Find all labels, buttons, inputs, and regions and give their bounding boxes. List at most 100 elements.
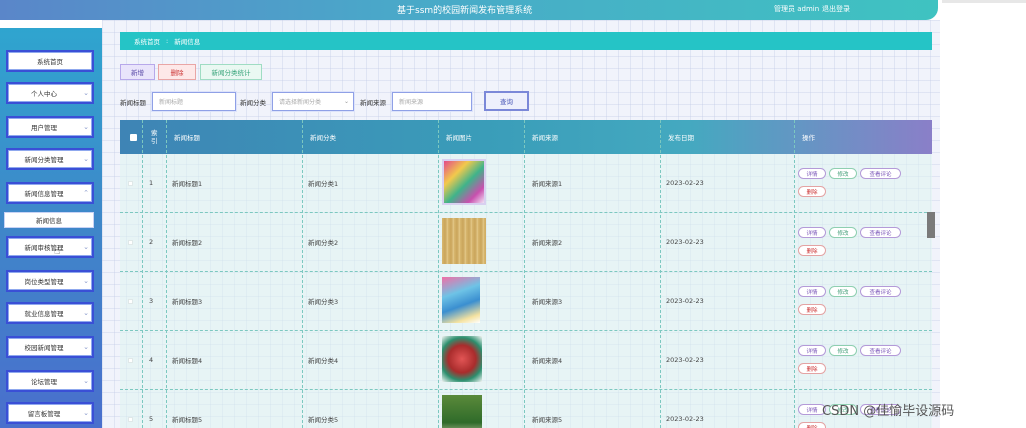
- sidebar-item-forum[interactable]: 论坛管理 ⌄: [6, 370, 94, 392]
- remove-button[interactable]: 删除: [798, 363, 826, 374]
- detail-button[interactable]: 详情: [798, 345, 826, 356]
- view-comments-button[interactable]: 查看评论: [860, 345, 901, 356]
- sidebar: 系统首页 个人中心 ⌄ 用户管理 ⌄ 新闻分类管理 ⌄ 新闻信息管理 ⌃ 新闻信…: [0, 28, 102, 428]
- table-row: 2 新闻标题2 新闻分类2 新闻来源2 2023-02-23 详情 修改 查看评…: [120, 213, 932, 272]
- sidebar-item-news-category[interactable]: 新闻分类管理 ⌄: [6, 148, 94, 170]
- view-comments-button[interactable]: 查看评论: [860, 168, 901, 179]
- row-index: 4: [149, 356, 154, 364]
- add-button[interactable]: 新增: [120, 64, 155, 80]
- row-index: 1: [149, 179, 154, 187]
- sidebar-item-profile[interactable]: 个人中心 ⌄: [6, 82, 94, 104]
- news-image: [442, 277, 480, 323]
- logout-link[interactable]: 退出登录: [822, 4, 850, 14]
- remove-button[interactable]: 删除: [798, 186, 826, 197]
- chevron-down-icon: ⌄: [83, 123, 89, 131]
- remove-button[interactable]: 删除: [798, 304, 826, 315]
- row-category: 新闻分类4: [308, 357, 339, 365]
- row-category: 新闻分类3: [308, 298, 339, 306]
- table-header: 索引 新闻标题 新闻分类 新闻图片 新闻来源 发布日期 操作: [120, 120, 932, 154]
- view-comments-button[interactable]: 查看评论: [860, 227, 901, 238]
- title-filter-label: 新闻标题: [120, 99, 146, 107]
- title-filter-input[interactable]: 新闻标题: [152, 92, 236, 111]
- news-image: [442, 336, 482, 382]
- row-checkbox[interactable]: [128, 331, 133, 389]
- sidebar-item-label: 就业信息管理: [24, 310, 64, 318]
- row-date: 2023-02-23: [666, 297, 704, 305]
- view-comments-button[interactable]: 查看评论: [860, 286, 901, 297]
- row-checkbox[interactable]: [128, 213, 133, 271]
- table-row: 1 新闻标题1 新闻分类1 新闻来源1 2023-02-23 详情 修改 查看评…: [120, 154, 932, 213]
- edit-button[interactable]: 修改: [829, 345, 857, 356]
- sidebar-item-news-info[interactable]: 新闻信息管理 ⌃: [6, 182, 94, 204]
- chevron-down-icon: ⌄: [83, 155, 89, 163]
- sidebar-item-campus-news[interactable]: 校园新闻管理 ⌄: [6, 336, 94, 358]
- source-filter-label: 新闻来源: [360, 99, 386, 107]
- header-source: 新闻来源: [532, 134, 558, 142]
- news-image: [442, 218, 486, 264]
- sidebar-item-label: 岗位类型管理: [24, 278, 64, 286]
- delete-button[interactable]: 删除: [158, 64, 196, 80]
- select-all-checkbox[interactable]: [130, 120, 137, 154]
- app-title: 基于ssm的校园新闻发布管理系统: [397, 6, 533, 16]
- chevron-up-icon: ⌃: [83, 189, 89, 197]
- mouse-cursor-icon: ☝: [54, 246, 61, 257]
- scroll-handle[interactable]: [927, 212, 935, 238]
- search-button[interactable]: 查询: [484, 91, 529, 111]
- sidebar-item-label: 新闻审核管理: [24, 244, 64, 252]
- row-date: 2023-02-23: [666, 238, 704, 246]
- source-filter-input[interactable]: 新闻来源: [392, 92, 472, 111]
- sidebar-item-news-review[interactable]: 新闻审核管理 ⌄: [6, 236, 94, 258]
- edit-button[interactable]: 修改: [829, 168, 857, 179]
- sidebar-item-label: 个人中心: [31, 90, 57, 98]
- breadcrumb-current: 新闻信息: [174, 38, 201, 46]
- sidebar-item-label: 系统首页: [37, 58, 63, 66]
- row-category: 新闻分类5: [308, 416, 339, 424]
- row-title: 新闻标题2: [172, 239, 203, 247]
- row-title: 新闻标题5: [172, 416, 203, 424]
- detail-button[interactable]: 详情: [798, 286, 826, 297]
- header-category: 新闻分类: [310, 134, 336, 142]
- category-filter-select[interactable]: 请选择新闻分类 ⌄: [272, 92, 354, 111]
- breadcrumb-separator: :: [166, 37, 169, 45]
- row-source: 新闻来源2: [532, 239, 563, 247]
- category-filter-label: 新闻分类: [240, 99, 266, 107]
- sidebar-item-label: 新闻分类管理: [24, 156, 64, 164]
- remove-button[interactable]: 删除: [798, 422, 826, 428]
- category-stats-button[interactable]: 新闻分类统计: [200, 64, 262, 80]
- row-checkbox[interactable]: [128, 272, 133, 330]
- news-image: [442, 159, 486, 205]
- row-checkbox[interactable]: [128, 154, 133, 212]
- detail-button[interactable]: 详情: [798, 168, 826, 179]
- edit-button[interactable]: 修改: [829, 286, 857, 297]
- category-filter-placeholder: 请选择新闻分类: [279, 99, 322, 106]
- sidebar-item-home[interactable]: 系统首页: [6, 50, 94, 72]
- edit-button[interactable]: 修改: [829, 227, 857, 238]
- row-date: 2023-02-23: [666, 179, 704, 187]
- row-source: 新闻来源1: [532, 180, 563, 188]
- sidebar-item-label: 用户管理: [31, 124, 57, 132]
- chevron-down-icon: ⌄: [83, 343, 89, 351]
- remove-button[interactable]: 删除: [798, 245, 826, 256]
- sidebar-subitem-news-info[interactable]: 新闻信息: [4, 212, 94, 228]
- header-image: 新闻图片: [446, 134, 472, 142]
- row-index: 2: [149, 238, 154, 246]
- row-source: 新闻来源5: [532, 416, 563, 424]
- sidebar-item-job-type[interactable]: 岗位类型管理 ⌄: [6, 270, 94, 292]
- header-divider: [942, 0, 1026, 3]
- header-title: 新闻标题: [174, 134, 200, 142]
- top-header: 基于ssm的校园新闻发布管理系统 管理员 admin 退出登录: [0, 0, 938, 20]
- breadcrumb-home[interactable]: 系统首页: [134, 36, 160, 46]
- chevron-down-icon: ⌄: [83, 243, 89, 251]
- row-category: 新闻分类1: [308, 180, 339, 188]
- row-checkbox[interactable]: [128, 390, 133, 428]
- row-title: 新闻标题3: [172, 298, 203, 306]
- detail-button[interactable]: 详情: [798, 227, 826, 238]
- main-content: 系统首页 : 新闻信息 新增 删除 新闻分类统计 新闻标题 新闻标题 新闻分类 …: [102, 20, 940, 428]
- news-image: [442, 395, 482, 428]
- header-date: 发布日期: [668, 134, 694, 142]
- row-source: 新闻来源3: [532, 298, 563, 306]
- sidebar-item-employment[interactable]: 就业信息管理 ⌄: [6, 302, 94, 324]
- news-table: 索引 新闻标题 新闻分类 新闻图片 新闻来源 发布日期 操作 1 新闻标题1 新…: [120, 120, 932, 428]
- sidebar-item-users[interactable]: 用户管理 ⌄: [6, 116, 94, 138]
- sidebar-item-messages[interactable]: 留言板管理 ⌄: [6, 402, 94, 424]
